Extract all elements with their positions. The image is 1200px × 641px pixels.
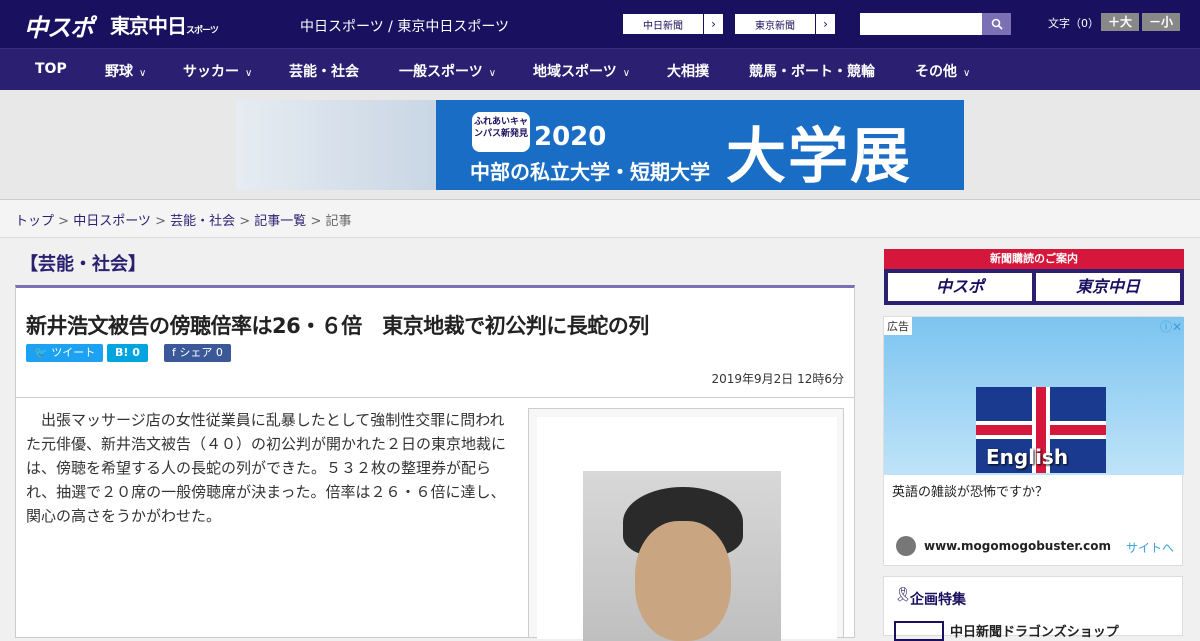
breadcrumb-sep: > bbox=[235, 214, 255, 229]
banner-subtitle: 中部の私立大学・短期大学 bbox=[470, 160, 710, 184]
ad-title[interactable]: 英語の雑談が恐怖ですか？ bbox=[892, 481, 1048, 500]
chuspo-logo[interactable]: 中スポ bbox=[24, 8, 94, 43]
breadcrumb-top[interactable]: トップ bbox=[15, 214, 54, 229]
nav-other[interactable]: その他 ∨ bbox=[915, 61, 970, 81]
twitter-icon: 🐦 bbox=[34, 346, 52, 359]
subscribe-tokyo-logo[interactable]: 東京中日 bbox=[1036, 273, 1180, 301]
nav-general-sports[interactable]: 一般スポーツ ∨ bbox=[399, 61, 496, 81]
banner-badge: ふれあいキャンパス新発見 bbox=[472, 112, 530, 152]
font-size-label: 文字（0） bbox=[1048, 17, 1099, 30]
nav-racing-label: 競馬・ボート・競輪 bbox=[749, 64, 875, 80]
banner-year: 2020 bbox=[534, 122, 607, 152]
tokyo-shimbun-link[interactable]: 東京新聞 › bbox=[734, 13, 836, 35]
breadcrumb: トップ > 中日スポーツ > 芸能・社会 > 記事一覧 > 記事 bbox=[0, 200, 1200, 238]
nav-baseball[interactable]: 野球 ∨ bbox=[105, 61, 146, 81]
breadcrumb-chuspo[interactable]: 中日スポーツ bbox=[73, 214, 151, 229]
tweet-label: ツイート bbox=[51, 346, 96, 359]
site-title: 中日スポーツ / 東京中日スポーツ bbox=[300, 19, 510, 35]
top-header: 中スポ 東京中日スポーツ 中日スポーツ / 東京中日スポーツ 中日新聞 › 東京… bbox=[0, 0, 1200, 48]
globe-icon bbox=[896, 536, 916, 556]
nav-local-sports-label: 地域スポーツ bbox=[533, 64, 617, 80]
article-date: 2019年9月2日 12時6分 bbox=[711, 372, 844, 386]
breadcrumb-sep: > bbox=[306, 214, 326, 229]
nav-entertainment-label: 芸能・社会 bbox=[289, 64, 359, 80]
feature-title: 企画特集 bbox=[910, 592, 966, 608]
nav-sumo-label: 大相撲 bbox=[667, 64, 709, 80]
photo-face bbox=[635, 521, 731, 641]
font-larger-button[interactable]: ＋大 bbox=[1101, 13, 1139, 31]
chevron-down-icon: ∨ bbox=[622, 68, 631, 79]
tokyo-logo-text: 東京中日 bbox=[110, 14, 187, 38]
chevron-down-icon: ∨ bbox=[488, 68, 497, 79]
article-body: 出張マッサージ店の女性従業員に乱暴したとして強制性交罪に問われた元俳優、新井浩文… bbox=[15, 398, 855, 641]
nav-racing[interactable]: 競馬・ボート・競輪 bbox=[749, 61, 875, 81]
chunichi-shimbun-label: 中日新聞 bbox=[643, 20, 683, 32]
nav-sumo[interactable]: 大相撲 bbox=[667, 61, 709, 81]
feature-panel: 🎗 企画特集 中日新聞ドラゴンズショップ bbox=[883, 576, 1183, 641]
banner-students-image bbox=[236, 100, 436, 190]
feature-thumbnail[interactable] bbox=[894, 621, 944, 641]
ad-close-icon[interactable]: ⓘ✕ bbox=[1160, 318, 1182, 335]
article-headline: 新井浩文被告の傍聴倍率は26・６倍 東京地裁で初公判に長蛇の列 bbox=[26, 314, 649, 338]
ad-label: 広告 bbox=[884, 317, 912, 335]
hatena-button[interactable]: B! 0 bbox=[107, 344, 148, 362]
facebook-share-button[interactable]: f シェア 0 bbox=[164, 344, 231, 362]
nav-top[interactable]: TOP bbox=[35, 61, 67, 77]
ad-site: www.mogomogobuster.com bbox=[924, 539, 1111, 553]
breadcrumb-sep: > bbox=[150, 214, 171, 229]
chevron-right-icon: › bbox=[815, 14, 835, 34]
article-photo-frame bbox=[528, 408, 844, 641]
tweet-button[interactable]: 🐦 ツイート bbox=[26, 344, 104, 362]
search-input[interactable] bbox=[860, 13, 982, 35]
nav-local-sports[interactable]: 地域スポーツ ∨ bbox=[533, 61, 630, 81]
search-button[interactable] bbox=[982, 13, 1011, 35]
feature-item[interactable]: 中日新聞ドラゴンズショップ bbox=[950, 621, 1119, 640]
university-fair-banner[interactable]: ふれあいキャンパス新発見 2020 中部の私立大学・短期大学 大学展 bbox=[236, 100, 964, 190]
nav-other-label: その他 bbox=[915, 64, 957, 80]
chevron-down-icon: ∨ bbox=[245, 68, 253, 79]
banner-big-text: 大学展 bbox=[726, 122, 912, 190]
ad-site-link[interactable]: サイトへ bbox=[1126, 539, 1174, 556]
nav-general-sports-label: 一般スポーツ bbox=[399, 64, 483, 80]
search-icon bbox=[991, 18, 1003, 30]
tokyo-shimbun-label: 東京新聞 bbox=[755, 20, 795, 32]
nav-top-label: TOP bbox=[35, 61, 67, 77]
breadcrumb-sep: > bbox=[54, 214, 74, 229]
nav-soccer-label: サッカー bbox=[183, 64, 239, 80]
tokyo-logo-sub: スポーツ bbox=[186, 26, 219, 36]
subscription-panel[interactable]: 新聞購読のご案内 中スポ 東京中日 bbox=[884, 249, 1184, 305]
ad-flag-text: English bbox=[986, 445, 1069, 469]
article-text: 出張マッサージ店の女性従業員に乱暴したとして強制性交罪に問われた元俳優、新井浩文… bbox=[26, 411, 507, 525]
breadcrumb-article-list[interactable]: 記事一覧 bbox=[254, 214, 306, 229]
subscribe-chuspo-logo[interactable]: 中スポ bbox=[888, 273, 1032, 301]
nav-entertainment[interactable]: 芸能・社会 bbox=[289, 61, 359, 81]
chevron-down-icon: ∨ bbox=[963, 68, 971, 79]
chevron-right-icon: › bbox=[703, 14, 723, 34]
nav-soccer[interactable]: サッカー ∨ bbox=[183, 61, 252, 81]
article-header: 新井浩文被告の傍聴倍率は26・６倍 東京地裁で初公判に長蛇の列 🐦 ツイート B… bbox=[15, 285, 855, 398]
main-nav: TOP 野球 ∨ サッカー ∨ 芸能・社会 一般スポーツ ∨ 地域スポーツ ∨ 大相撲 … bbox=[0, 48, 1200, 90]
subscription-title: 新聞購読のご案内 bbox=[884, 249, 1184, 269]
font-smaller-button[interactable]: －小 bbox=[1142, 13, 1180, 31]
nav-baseball-label: 野球 bbox=[105, 64, 133, 80]
chunichi-shimbun-link[interactable]: 中日新聞 › bbox=[622, 13, 724, 35]
sidebar-ad[interactable]: English 広告 ⓘ✕ 英語の雑談が恐怖ですか？ www.mogomogob… bbox=[883, 316, 1184, 566]
breadcrumb-current: 記事 bbox=[325, 214, 352, 229]
facebook-share-label: シェア 0 bbox=[179, 346, 223, 359]
category-heading: 【芸能・社会】 bbox=[20, 254, 146, 275]
breadcrumb-entertainment[interactable]: 芸能・社会 bbox=[170, 214, 235, 229]
chevron-down-icon: ∨ bbox=[139, 68, 147, 79]
banner-area: ふれあいキャンパス新発見 2020 中部の私立大学・短期大学 大学展 bbox=[0, 90, 1200, 200]
ad-image: English 広告 ⓘ✕ bbox=[884, 317, 1184, 475]
article-photo[interactable] bbox=[583, 471, 781, 641]
tokyo-chunichi-logo[interactable]: 東京中日スポーツ bbox=[110, 10, 219, 39]
article-photo-container bbox=[537, 417, 837, 641]
union-jack-image: English bbox=[976, 387, 1106, 473]
